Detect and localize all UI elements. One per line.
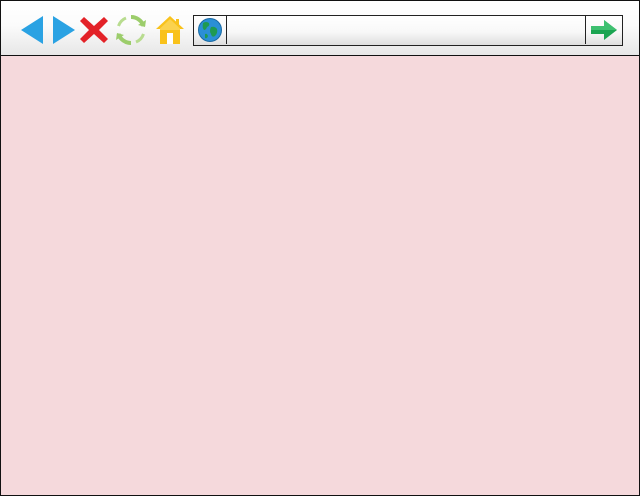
close-icon (80, 17, 108, 43)
refresh-icon (116, 14, 146, 46)
forward-button[interactable] (50, 14, 78, 46)
arrow-left-icon (21, 16, 43, 44)
refresh-button[interactable] (114, 14, 148, 46)
browser-toolbar (1, 1, 639, 56)
stop-button[interactable] (79, 14, 109, 46)
globe-icon (198, 18, 222, 42)
site-info-box (194, 16, 227, 44)
arrow-right-icon (53, 16, 75, 44)
address-bar (193, 15, 623, 46)
browser-window (0, 0, 640, 496)
arrow-right-icon (591, 20, 617, 40)
home-icon (156, 16, 184, 44)
home-button[interactable] (155, 14, 185, 46)
url-input[interactable] (228, 16, 584, 44)
back-button[interactable] (18, 14, 46, 46)
go-button[interactable] (585, 16, 622, 44)
page-content-area[interactable] (1, 56, 639, 495)
